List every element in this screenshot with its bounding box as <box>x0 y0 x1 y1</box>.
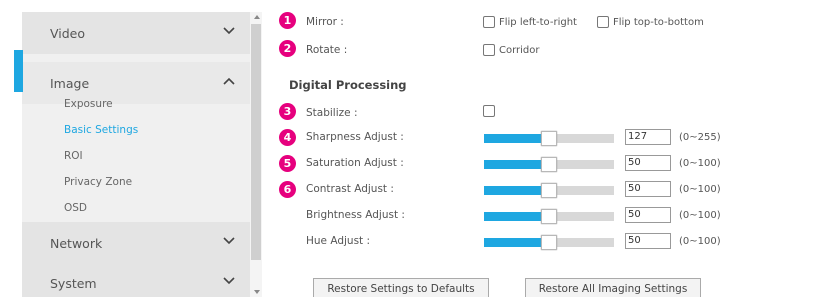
sharpness-slider[interactable] <box>484 131 614 146</box>
contrast-label: Contrast Adjust : <box>306 183 394 195</box>
saturation-slider[interactable] <box>484 157 614 172</box>
scroll-up-icon[interactable] <box>254 15 260 19</box>
saturation-range-label: (0~100) <box>679 158 721 169</box>
brightness-range-label: (0~100) <box>679 210 721 221</box>
contrast-slider[interactable] <box>484 183 614 198</box>
sidebar-section-network[interactable]: Network <box>22 222 250 264</box>
sidebar-section-label: System <box>50 275 97 291</box>
rotate-label: Rotate : <box>306 44 348 56</box>
contrast-value-input[interactable]: 50 <box>625 181 671 197</box>
contrast-range-label: (0~100) <box>679 184 721 195</box>
sidebar-section-video[interactable]: Video <box>22 12 250 54</box>
sharpness-slider-thumb[interactable] <box>541 131 557 146</box>
flip-left-right-label: Flip left-to-right <box>499 17 577 28</box>
saturation-slider-thumb[interactable] <box>541 157 557 172</box>
chevron-up-icon <box>223 77 235 85</box>
scroll-down-icon[interactable] <box>254 290 260 294</box>
saturation-label: Saturation Adjust : <box>306 157 404 169</box>
restore-defaults-button[interactable]: Restore Settings to Defaults <box>313 278 489 297</box>
contrast-slider-fill <box>484 186 549 195</box>
brightness-slider-thumb[interactable] <box>541 209 557 224</box>
saturation-value-input[interactable]: 50 <box>625 155 671 171</box>
contrast-slider-thumb[interactable] <box>541 183 557 198</box>
restore-all-imaging-button[interactable]: Restore All Imaging Settings <box>525 278 701 297</box>
stabilize-label: Stabilize : <box>306 107 358 119</box>
flip-top-bottom-checkbox[interactable] <box>597 16 609 28</box>
hue-range-label: (0~100) <box>679 236 721 247</box>
chevron-down-icon <box>223 277 235 285</box>
hue-slider-fill <box>484 238 549 247</box>
saturation-slider-fill <box>484 160 549 169</box>
callout-badge-3: 3 <box>279 103 296 120</box>
brightness-label: Brightness Adjust : <box>306 209 405 221</box>
sidebar-section-label: Image <box>50 75 90 91</box>
sidebar-section-image[interactable]: Image <box>22 62 250 104</box>
chevron-down-icon <box>223 27 235 35</box>
sidebar-item-privacy-zone[interactable]: Privacy Zone <box>64 176 132 188</box>
chevron-down-icon <box>223 237 235 245</box>
scroll-thumb[interactable] <box>251 24 261 260</box>
sidebar-item-basic-settings[interactable]: Basic Settings <box>64 124 138 136</box>
hue-label: Hue Adjust : <box>306 235 371 247</box>
stabilize-checkbox[interactable] <box>483 105 495 117</box>
brightness-slider[interactable] <box>484 209 614 224</box>
active-section-indicator <box>14 50 23 92</box>
callout-badge-6: 6 <box>279 181 296 198</box>
sharpness-slider-fill <box>484 134 549 143</box>
sidebar-item-roi[interactable]: ROI <box>64 150 83 162</box>
sharpness-range-label: (0~255) <box>679 132 721 143</box>
brightness-value-input[interactable]: 50 <box>625 207 671 223</box>
callout-badge-4: 4 <box>279 129 296 146</box>
digital-processing-heading: Digital Processing <box>289 78 407 92</box>
brightness-slider-fill <box>484 212 549 221</box>
sidebar: Video Image Exposure Basic Settings ROI … <box>22 12 250 297</box>
sharpness-value-input[interactable]: 127 <box>625 129 671 145</box>
flip-top-bottom-label: Flip top-to-bottom <box>613 17 704 28</box>
sharpness-label: Sharpness Adjust : <box>306 131 404 143</box>
sidebar-section-system[interactable]: System <box>22 262 250 297</box>
flip-left-right-checkbox[interactable] <box>483 16 495 28</box>
sidebar-item-osd[interactable]: OSD <box>64 202 87 214</box>
sidebar-item-exposure[interactable]: Exposure <box>64 98 113 110</box>
hue-value-input[interactable]: 50 <box>625 233 671 249</box>
callout-badge-5: 5 <box>279 155 296 172</box>
hue-slider-thumb[interactable] <box>541 235 557 250</box>
corridor-checkbox[interactable] <box>483 44 495 56</box>
callout-badge-1: 1 <box>279 12 296 29</box>
corridor-label: Corridor <box>499 45 540 56</box>
callout-badge-2: 2 <box>279 40 296 57</box>
hue-slider[interactable] <box>484 235 614 250</box>
mirror-label: Mirror : <box>306 16 344 28</box>
sidebar-section-label: Network <box>50 235 103 251</box>
sidebar-section-label: Video <box>50 25 86 41</box>
